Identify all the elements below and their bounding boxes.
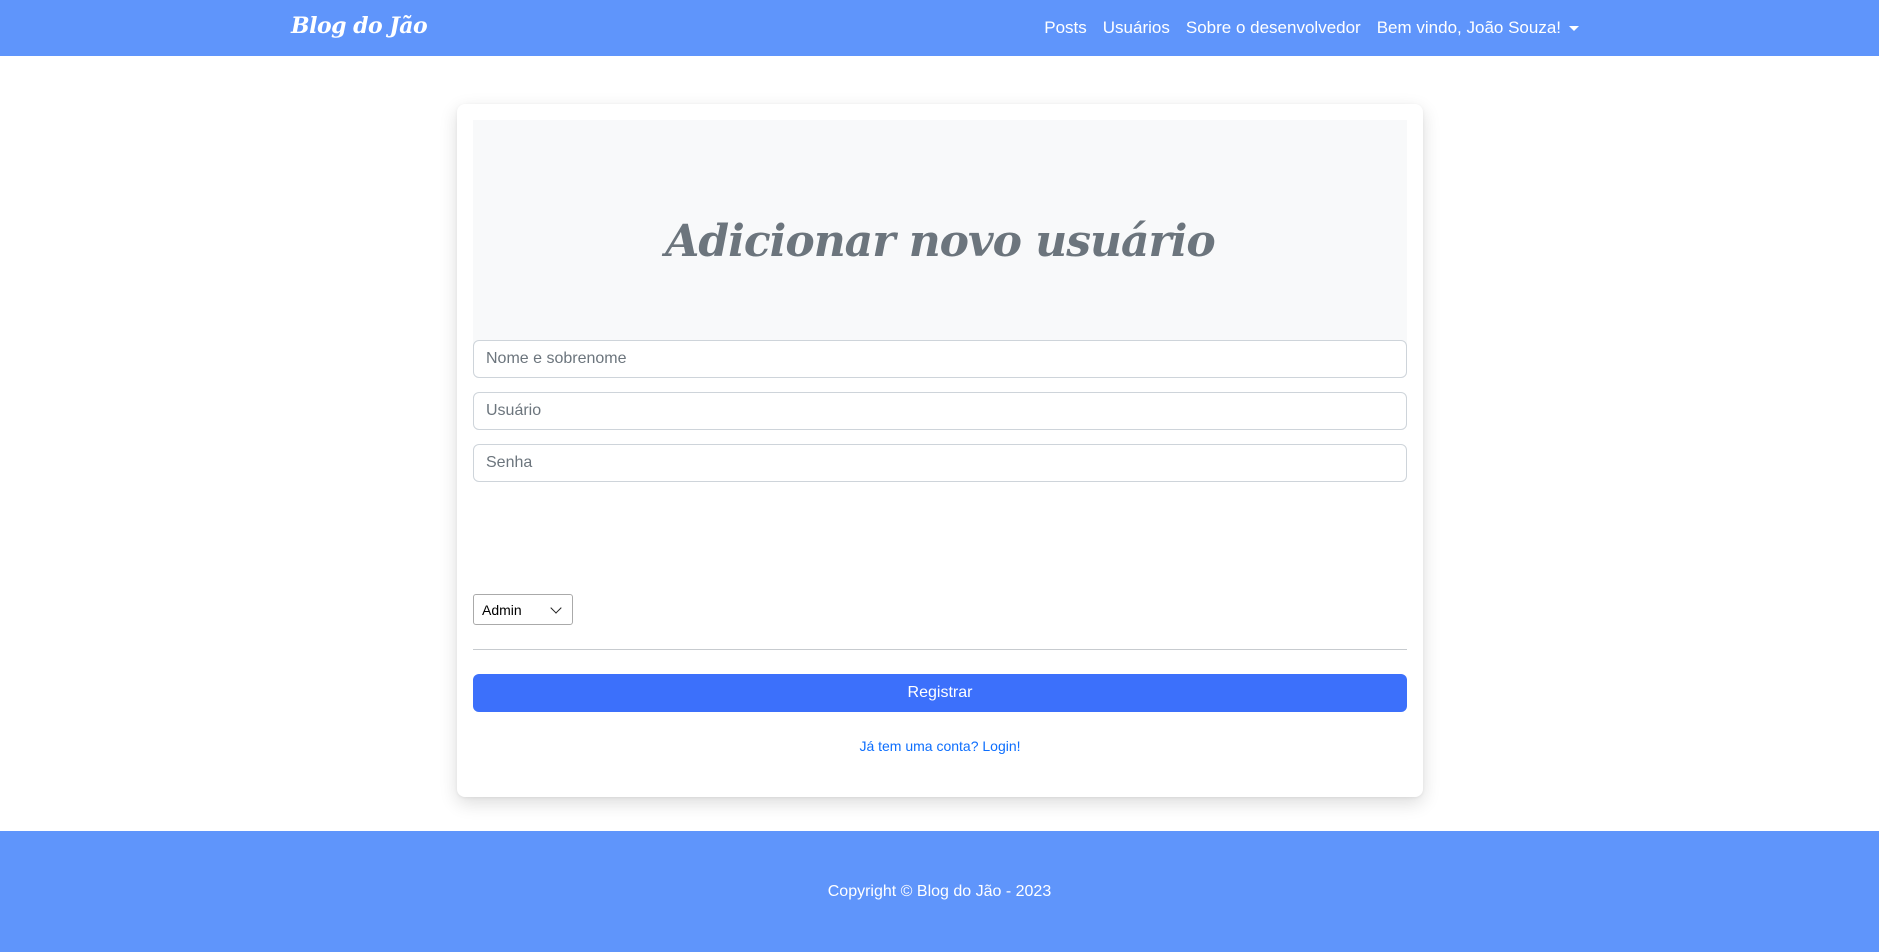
login-link[interactable]: Já tem uma conta? Login! [457, 738, 1423, 754]
chevron-down-icon [550, 601, 562, 614]
footer-copyright: Copyright © Blog do Jão - 2023 [827, 882, 1052, 900]
page-title: Adicionar novo usuário [665, 215, 1216, 267]
footer: Copyright © Blog do Jão - 2023 [0, 831, 1879, 952]
role-select[interactable]: Admin [473, 594, 573, 625]
nav-link-posts[interactable]: Posts [1044, 18, 1087, 38]
user-menu-dropdown[interactable]: Bem vindo, João Souza! [1377, 18, 1579, 38]
full-name-input[interactable] [473, 340, 1407, 378]
nav-links: Posts Usuários Sobre o desenvolvedor Bem… [1044, 0, 1579, 56]
nav-link-users[interactable]: Usuários [1103, 18, 1170, 38]
register-button[interactable]: Registrar [473, 674, 1407, 712]
register-card: Adicionar novo usuário Admin Registrar J… [457, 104, 1423, 797]
caret-down-icon [1569, 26, 1579, 31]
brand-logo[interactable]: Blog do Jão [291, 13, 428, 39]
username-input[interactable] [473, 392, 1407, 430]
role-select-value: Admin [482, 601, 522, 618]
card-header: Adicionar novo usuário [473, 120, 1407, 363]
form-divider [473, 649, 1407, 650]
nav-link-about[interactable]: Sobre o desenvolvedor [1186, 18, 1361, 38]
navbar: Blog do Jão Posts Usuários Sobre o desen… [0, 0, 1879, 56]
user-welcome-label: Bem vindo, João Souza! [1376, 18, 1561, 37]
password-input[interactable] [473, 444, 1407, 482]
